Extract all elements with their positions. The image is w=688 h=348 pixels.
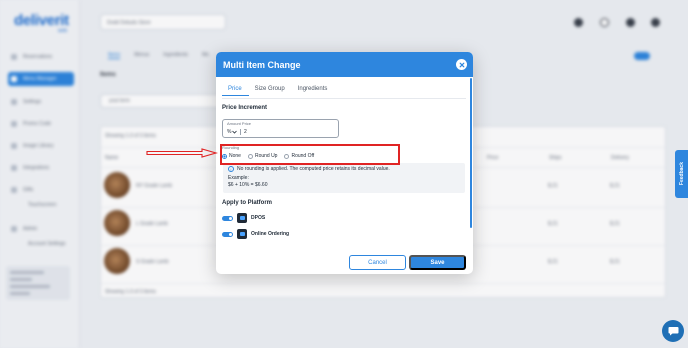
rounding-highlight-box: [220, 144, 400, 165]
save-button[interactable]: Save: [409, 255, 466, 270]
feedback-tab[interactable]: Feedback: [675, 150, 688, 198]
tab-ingredients[interactable]: Ingredients: [292, 86, 335, 96]
example-label: Example:: [228, 175, 249, 181]
rounding-info-box: i No rounding is applied. The computed p…: [223, 163, 465, 193]
example-calculation: $6 + 10% = $6.60: [228, 182, 268, 188]
modal-scrollbar[interactable]: [470, 78, 472, 228]
annotation-arrow-icon: [146, 148, 218, 158]
cancel-button[interactable]: Cancel: [349, 255, 406, 270]
online-ordering-logo-icon: [237, 229, 247, 239]
amount-price-label: Amount Price: [227, 121, 252, 126]
info-icon: i: [228, 166, 234, 172]
platform-name: Online Ordering: [251, 231, 290, 237]
platform-row-dpos: DPOS: [222, 213, 265, 223]
dpos-toggle[interactable]: [222, 215, 233, 221]
tab-price[interactable]: Price: [222, 86, 249, 96]
price-increment-title: Price Increment: [222, 105, 268, 111]
rounding-info-text: No rounding is applied. The computed pri…: [237, 166, 390, 172]
amount-price-field[interactable]: Amount Price % 2: [222, 119, 339, 138]
feedback-label: Feedback: [678, 162, 685, 186]
chat-button[interactable]: [662, 320, 684, 342]
amount-price-value[interactable]: 2: [244, 129, 247, 135]
apply-to-platform-title: Apply to Platform: [222, 200, 273, 206]
modal-tabs: Price Size Group Ingredients: [222, 86, 334, 96]
close-button[interactable]: [456, 59, 467, 70]
dpos-logo-icon: [237, 213, 247, 223]
chat-icon: [668, 327, 678, 336]
platform-row-online-ordering: Online Ordering: [222, 229, 289, 239]
online-ordering-toggle[interactable]: [222, 231, 233, 237]
close-icon: [459, 62, 464, 67]
platform-name: DPOS: [251, 215, 266, 221]
modal-title: Multi Item Change: [223, 59, 301, 70]
tab-size-group[interactable]: Size Group: [249, 86, 292, 96]
tabs-divider: [222, 98, 466, 99]
modal-header: Multi Item Change: [216, 52, 473, 77]
chevron-down-icon: [232, 130, 238, 134]
unit-select[interactable]: %: [227, 129, 238, 135]
